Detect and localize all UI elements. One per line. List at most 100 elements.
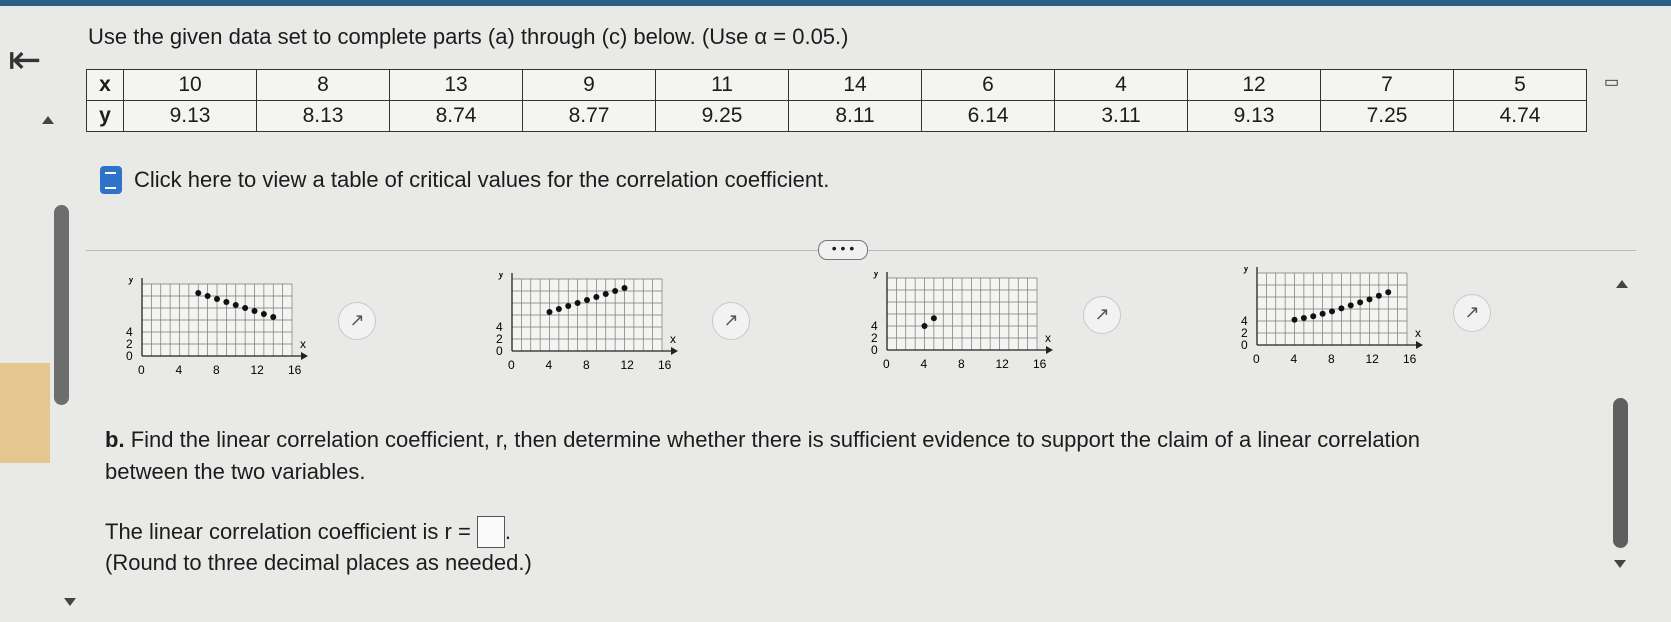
scroll-down-arrow-icon[interactable] <box>64 598 76 606</box>
data-point <box>1300 315 1307 321</box>
x-axis-label: x <box>1415 326 1421 340</box>
data-point <box>546 309 553 315</box>
x-axis-label: x <box>1045 331 1051 345</box>
round-note: (Round to three decimal places as needed… <box>105 550 532 575</box>
data-point <box>1375 292 1382 299</box>
data-point <box>1347 302 1354 309</box>
side-panel-tab[interactable] <box>0 363 50 463</box>
data-point <box>555 306 562 312</box>
expand-graph-2-icon[interactable]: ↗ <box>712 302 750 340</box>
data-point <box>270 314 277 320</box>
x-tick-label: 0 <box>1253 352 1260 366</box>
data-point <box>612 288 619 294</box>
x-tick-label: 12 <box>621 358 635 372</box>
data-point <box>1329 308 1335 315</box>
data-point <box>223 299 230 305</box>
r-answer-input[interactable] <box>476 516 505 548</box>
part-b-question: b. Find the linear correlation coefficie… <box>105 424 1505 488</box>
data-point <box>930 315 937 322</box>
back-arrow-icon[interactable]: ⇤ <box>8 40 42 80</box>
x-tick-label: 4 <box>921 357 928 371</box>
y-cell: 8.77 <box>522 100 656 132</box>
data-point <box>195 290 202 296</box>
more-button[interactable]: • • • <box>818 240 868 260</box>
x-axis-label: x <box>670 332 676 346</box>
x-cell: 11 <box>655 69 789 101</box>
book-icon <box>100 166 122 194</box>
x-tick-label: 0 <box>138 363 145 377</box>
data-point <box>593 294 600 300</box>
y-cell: 9.25 <box>655 100 789 132</box>
data-point <box>602 291 609 297</box>
x-cell: 14 <box>788 69 922 101</box>
x-axis-arrow <box>671 347 678 355</box>
x-tick-label: 0 <box>508 358 515 372</box>
x-tick-label: 8 <box>213 363 220 377</box>
x-tick-label: 12 <box>251 363 265 377</box>
part-b-label: b. <box>105 427 125 452</box>
y-axis-label: y <box>498 273 504 280</box>
graph-option-4[interactable]: 4200 4 8 12 16xy <box>1227 267 1427 387</box>
data-point <box>921 323 928 329</box>
x-tick-label: 4 <box>1291 352 1298 366</box>
right-scroll-down-arrow-icon[interactable] <box>1614 560 1626 568</box>
right-scroll-up-arrow-icon[interactable] <box>1616 280 1628 288</box>
x-axis-label: x <box>300 337 306 351</box>
x-tick-label: 4 <box>176 363 183 377</box>
x-cell: 12 <box>1187 69 1321 101</box>
y-header: y <box>86 100 124 132</box>
data-point <box>574 300 581 306</box>
x-axis-arrow <box>1416 341 1423 349</box>
scroll-up-arrow-icon[interactable] <box>42 116 54 124</box>
y-tick-label: 0 <box>1241 338 1248 352</box>
y-cell: 8.13 <box>256 100 390 132</box>
data-table: x 10 8 13 9 11 14 6 4 12 7 5 y 9.13 8.13… <box>86 69 1587 132</box>
part-b-text: Find the linear correlation coefficient,… <box>105 427 1421 484</box>
data-point <box>1291 316 1298 323</box>
r-suffix: . <box>504 519 511 544</box>
x-tick-label: 12 <box>996 357 1010 371</box>
data-point <box>621 285 628 291</box>
x-tick-label: 16 <box>1033 357 1047 371</box>
x-header: x <box>86 69 124 101</box>
y-cell: 9.13 <box>123 100 257 132</box>
critical-values-link[interactable]: Click here to view a table of critical v… <box>100 166 829 194</box>
expand-graph-3-icon[interactable]: ↗ <box>1083 296 1121 334</box>
data-point <box>565 303 572 309</box>
table-row-y: y 9.13 8.13 8.74 8.77 9.25 8.11 6.14 3.1… <box>86 100 1587 132</box>
y-axis-label: y <box>1243 267 1249 274</box>
expand-graph-4-icon[interactable]: ↗ <box>1453 294 1491 332</box>
r-label: The linear correlation coefficient is r … <box>105 519 471 544</box>
y-cell: 9.13 <box>1187 100 1321 132</box>
graph-option-3[interactable]: 4200 4 8 12 16xy <box>857 272 1057 392</box>
copy-data-icon[interactable]: ▭ <box>1604 72 1619 92</box>
graph-option-2[interactable]: 4200 4 8 12 16xy <box>482 273 682 393</box>
critical-values-text: Click here to view a table of critical v… <box>134 167 830 192</box>
x-tick-label: 16 <box>288 363 302 377</box>
x-cell: 7 <box>1320 69 1454 101</box>
data-point <box>242 305 249 311</box>
top-bar <box>0 0 1671 6</box>
data-point <box>584 297 590 303</box>
data-point <box>1310 313 1317 320</box>
data-point <box>1338 305 1345 312</box>
y-axis-label: y <box>873 272 879 279</box>
y-tick-label: 0 <box>496 344 503 358</box>
x-axis-arrow <box>1046 346 1053 354</box>
table-row-x: x 10 8 13 9 11 14 6 4 12 7 5 <box>86 69 1587 101</box>
expand-graph-1-icon[interactable]: ↗ <box>338 302 376 340</box>
x-tick-label: 12 <box>1366 352 1380 366</box>
data-point <box>251 308 258 314</box>
r-answer-line: The linear correlation coefficient is r … <box>105 516 511 548</box>
x-cell: 13 <box>389 69 523 101</box>
data-point <box>214 296 220 302</box>
right-scrollbar[interactable] <box>1613 398 1628 548</box>
x-tick-label: 8 <box>1328 352 1335 366</box>
x-axis-arrow <box>301 352 308 360</box>
y-cell: 7.25 <box>1320 100 1454 132</box>
graph-option-1[interactable]: 4200 4 8 12 16xy <box>112 278 312 398</box>
x-tick-label: 16 <box>658 358 672 372</box>
left-scrollbar[interactable] <box>54 205 69 405</box>
x-cell: 4 <box>1054 69 1188 101</box>
data-point <box>260 311 267 317</box>
